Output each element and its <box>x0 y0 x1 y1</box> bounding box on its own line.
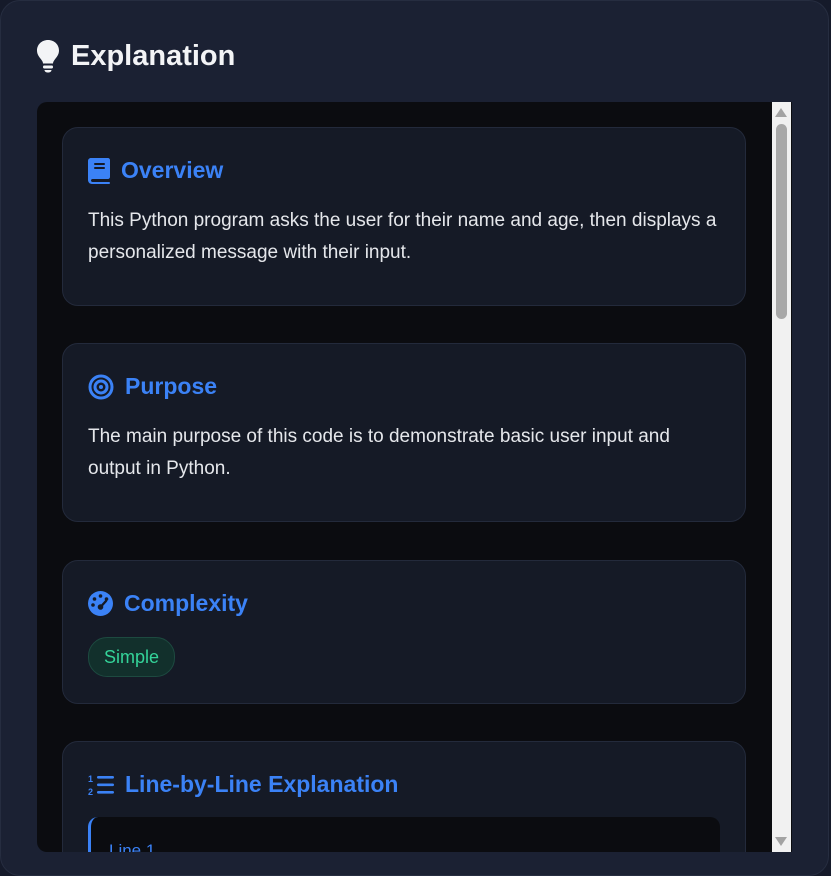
complexity-title: Complexity <box>124 590 248 616</box>
gauge-icon <box>88 591 113 616</box>
svg-text:1: 1 <box>88 774 93 784</box>
purpose-header: Purpose <box>88 373 217 400</box>
overview-title: Overview <box>121 157 224 183</box>
vertical-scrollbar[interactable] <box>772 102 791 852</box>
line-by-line-title: Line-by-Line Explanation <box>125 771 399 797</box>
purpose-card: Purpose The main purpose of this code is… <box>62 343 746 522</box>
complexity-badge: Simple <box>88 637 176 677</box>
scroll-down-arrow-icon[interactable] <box>775 837 787 846</box>
lightbulb-icon <box>36 39 60 73</box>
purpose-title: Purpose <box>125 373 218 399</box>
overview-header: Overview <box>88 157 223 184</box>
scroll-up-arrow-icon[interactable] <box>775 108 787 117</box>
overview-card: Overview This Python program asks the us… <box>62 127 746 306</box>
panel-title: Explanation <box>71 39 236 72</box>
panel-header: Explanation <box>36 39 235 73</box>
numbered-list-icon: 1 2 <box>88 774 114 797</box>
explanation-panel: Explanation Overview This Python program… <box>0 0 829 876</box>
explanation-scroll-area[interactable]: Overview This Python program asks the us… <box>37 102 792 852</box>
scroll-thumb[interactable] <box>776 124 787 319</box>
complexity-card: Complexity Simple <box>62 560 746 704</box>
line-label: Line 1 <box>109 841 156 852</box>
overview-text: This Python program asks the user for th… <box>88 210 717 263</box>
book-icon <box>88 157 110 184</box>
target-icon <box>88 374 114 399</box>
complexity-header: Complexity <box>88 590 248 617</box>
line-item: Line 1 <box>88 817 720 852</box>
line-by-line-header: 1 2 Line-by-Line Explanation <box>88 771 398 798</box>
svg-text:2: 2 <box>88 787 93 797</box>
purpose-text: The main purpose of this code is to demo… <box>88 426 670 479</box>
line-by-line-card: 1 2 Line-by-Line Explanation Line 1 <box>62 741 746 852</box>
